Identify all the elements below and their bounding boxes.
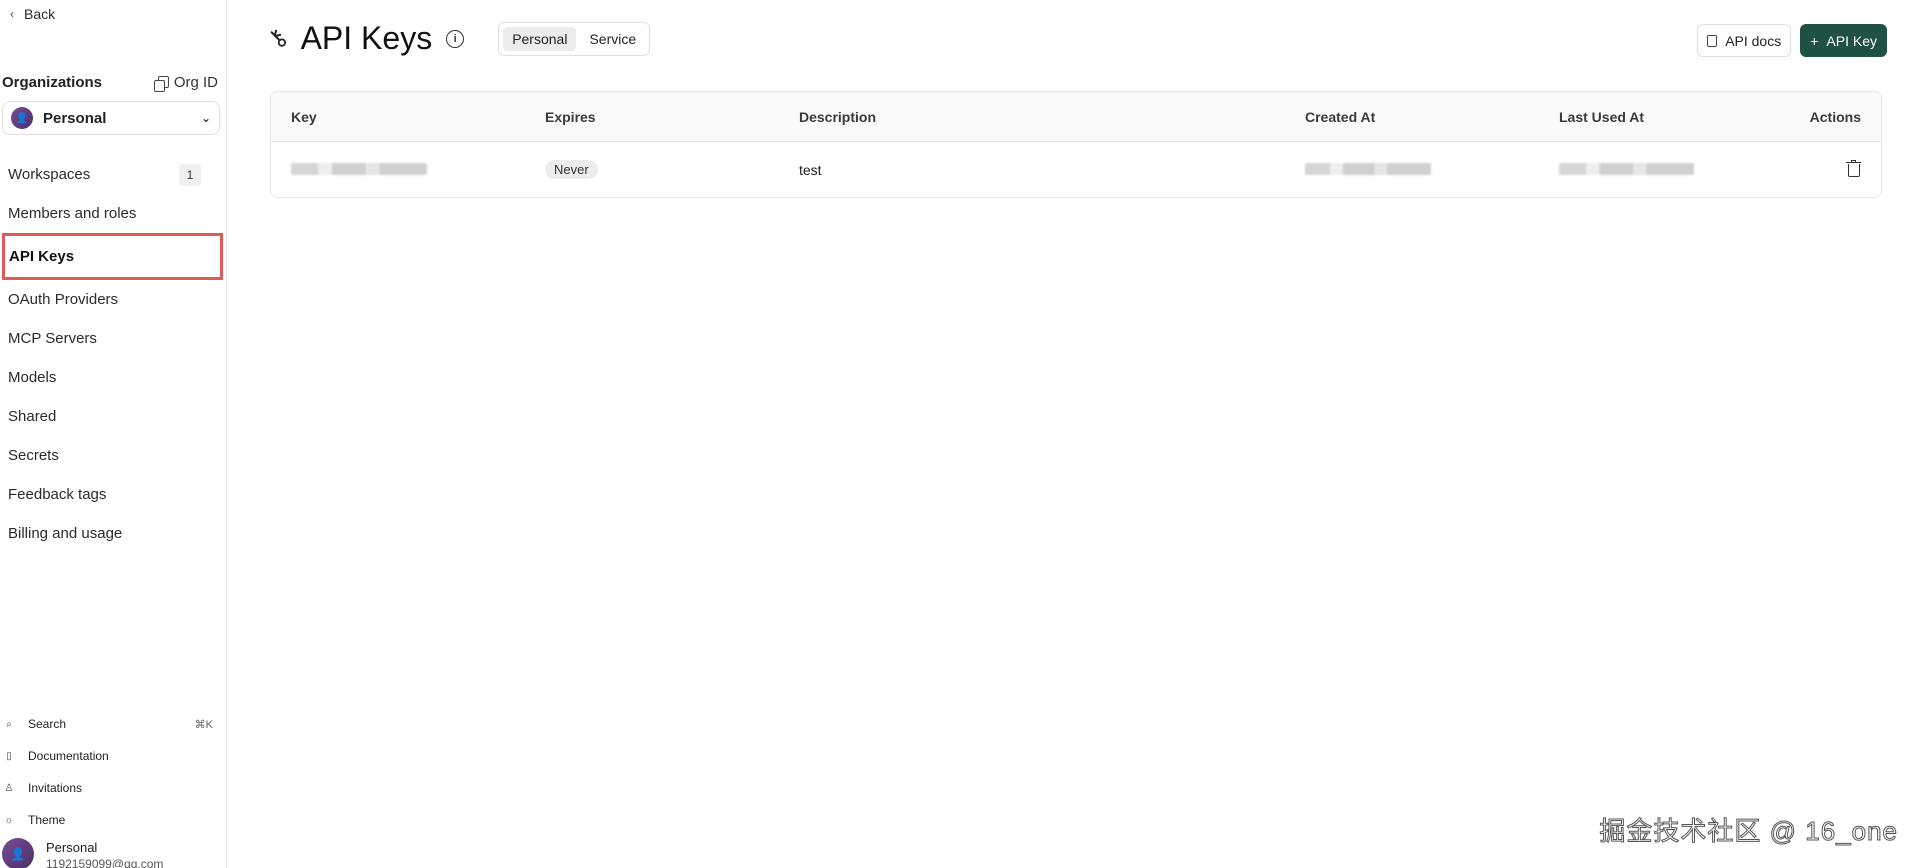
column-header-key: Key <box>291 108 317 125</box>
tab-personal[interactable]: Personal <box>503 26 577 51</box>
sidebar-item-mcp-servers[interactable]: MCP Servers <box>0 319 227 358</box>
key-type-toggle: Personal Service <box>498 21 651 56</box>
column-header-created-at: Created At <box>1305 108 1376 125</box>
org-selected-name: Personal <box>43 109 107 127</box>
tab-service[interactable]: Service <box>580 27 645 51</box>
key-icon: ⚷ <box>262 22 294 55</box>
chevron-down-icon: ⌄ <box>200 111 211 125</box>
page-header: ⚷ API Keys i Personal Service <box>262 20 651 57</box>
actions-cell <box>1793 159 1881 180</box>
column-header-actions: Actions <box>1809 108 1861 125</box>
search-shortcut: ⌘K <box>194 718 213 731</box>
redacted-last-used-at <box>1559 162 1694 175</box>
sidebar-item-shared[interactable]: Shared <box>0 397 227 436</box>
sidebar-item-label: Members and roles <box>8 205 137 222</box>
sidebar-item-feedback-tags[interactable]: Feedback tags <box>0 475 227 514</box>
search-icon: ⌕ <box>6 718 12 730</box>
avatar: 👤 <box>2 838 34 868</box>
sidebar-item-label: Shared <box>8 408 57 425</box>
search-button[interactable]: ⌕ Search ⌘K <box>0 708 227 740</box>
api-docs-label: API docs <box>1725 32 1782 49</box>
sidebar-item-api-keys[interactable]: API Keys <box>2 233 223 280</box>
back-label: Back <box>24 6 56 22</box>
organizations-header: Organizations Org ID <box>2 74 218 92</box>
sidebar-item-label: Billing and usage <box>8 525 123 542</box>
sidebar-item-label: Secrets <box>8 447 59 464</box>
search-label: Search <box>28 717 67 731</box>
sidebar-nav: Workspaces 1 Members and roles API Keys … <box>0 155 227 553</box>
organizations-title: Organizations <box>2 74 103 91</box>
organization-select[interactable]: 👤 Personal ⌄ <box>2 101 220 135</box>
org-id-label: Org ID <box>173 74 218 91</box>
user-plus-icon: ♙ <box>4 782 14 794</box>
sidebar-bottom: ⌕ Search ⌘K ▯ Documentation ♙ Invitation… <box>0 708 227 836</box>
sidebar-item-billing-and-usage[interactable]: Billing and usage <box>0 514 227 553</box>
sidebar-item-label: OAuth Providers <box>8 291 119 308</box>
sidebar-item-workspaces[interactable]: Workspaces 1 <box>0 155 227 194</box>
table-header: Key Expires Description Created At Last … <box>271 92 1881 142</box>
theme-label: Theme <box>28 813 66 827</box>
back-button[interactable]: ‹ Back <box>10 6 55 22</box>
api-keys-table: Key Expires Description Created At Last … <box>270 91 1882 198</box>
copy-icon <box>153 75 169 92</box>
sidebar-item-label: Workspaces <box>8 166 91 183</box>
invitations-label: Invitations <box>28 781 83 795</box>
redacted-key <box>291 162 427 175</box>
plus-icon: + <box>1810 32 1819 49</box>
last-used-at-cell <box>1539 162 1793 178</box>
column-header-description: Description <box>799 108 877 125</box>
document-icon: ▯ <box>6 750 12 762</box>
copy-org-id-button[interactable]: Org ID <box>153 74 218 92</box>
watermark: 掘金技术社区 @ 16_one <box>1599 816 1898 847</box>
key-cell <box>271 162 525 178</box>
chevron-left-icon: ‹ <box>10 7 14 21</box>
expires-cell: Never <box>525 160 779 179</box>
created-at-cell <box>1285 162 1539 178</box>
expires-badge: Never <box>545 160 598 179</box>
page-title: API Keys <box>300 20 433 56</box>
add-api-key-button[interactable]: + API Key <box>1800 24 1887 57</box>
documentation-link[interactable]: ▯ Documentation <box>0 740 227 772</box>
documentation-label: Documentation <box>28 749 109 763</box>
sidebar: ‹ Back Organizations Org ID 👤 Personal ⌄… <box>0 0 227 868</box>
sidebar-item-oauth-providers[interactable]: OAuth Providers <box>0 280 227 319</box>
sidebar-item-label: MCP Servers <box>8 330 97 347</box>
sidebar-item-label: Models <box>8 369 57 386</box>
sidebar-item-members-and-roles[interactable]: Members and roles <box>0 194 227 233</box>
count-badge: 1 <box>179 163 201 186</box>
trash-icon[interactable] <box>1846 159 1861 177</box>
api-docs-button[interactable]: API docs <box>1697 24 1792 57</box>
user-profile[interactable]: 👤 Personal 1192159099@qq.com <box>2 838 163 868</box>
org-avatar: 👤 <box>11 107 33 129</box>
main-content: ⚷ API Keys i Personal Service API docs +… <box>227 0 1912 868</box>
column-header-expires: Expires <box>545 108 596 125</box>
sidebar-item-label: API Keys <box>9 248 75 265</box>
info-icon[interactable]: i <box>446 29 465 48</box>
column-header-last-used-at: Last Used At <box>1559 108 1645 125</box>
sidebar-item-models[interactable]: Models <box>0 358 227 397</box>
sidebar-item-secrets[interactable]: Secrets <box>0 436 227 475</box>
description-cell: test <box>799 161 822 178</box>
table-body: Never test <box>271 142 1881 197</box>
add-api-key-label: API Key <box>1826 32 1877 49</box>
theme-toggle[interactable]: ☼ Theme <box>0 804 227 836</box>
header-actions: API docs + API Key <box>1697 24 1887 57</box>
sun-icon: ☼ <box>4 814 14 826</box>
document-icon <box>1707 34 1718 47</box>
profile-email: 1192159099@qq.com <box>46 857 164 868</box>
sidebar-item-label: Feedback tags <box>8 486 107 503</box>
invitations-link[interactable]: ♙ Invitations <box>0 772 227 804</box>
redacted-created-at <box>1305 162 1431 175</box>
profile-name: Personal <box>46 840 98 855</box>
table-row: Never test <box>271 142 1881 197</box>
